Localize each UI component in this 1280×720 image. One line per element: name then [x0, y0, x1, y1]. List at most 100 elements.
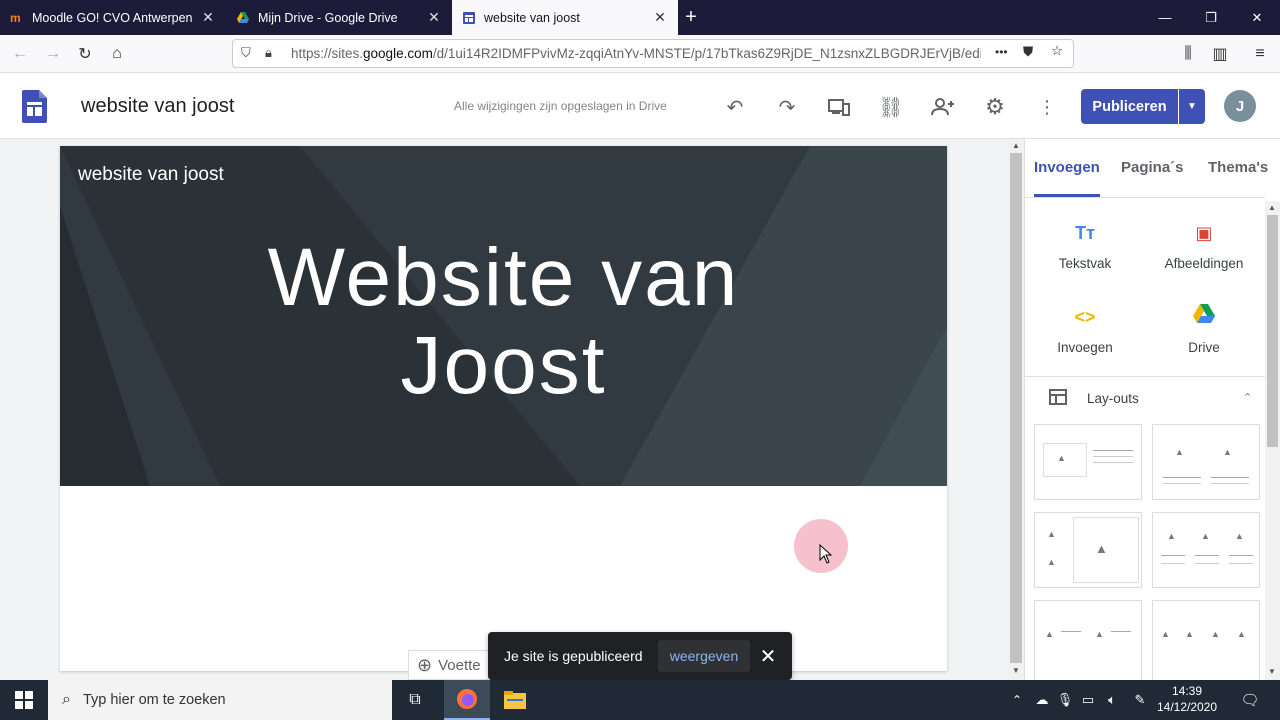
document-title[interactable]: website van joost: [81, 95, 234, 118]
view-site-button[interactable]: weergeven: [658, 640, 750, 672]
menu-icon[interactable]: ≡: [1248, 42, 1272, 66]
layout-option[interactable]: ▲: [1034, 424, 1142, 500]
close-tab-icon[interactable]: ✕: [200, 9, 216, 26]
image-placeholder-icon: ▲: [1223, 447, 1232, 457]
layout-option[interactable]: ▲ ▲ ▲: [1034, 512, 1142, 588]
add-footer-label: Voette: [438, 656, 481, 674]
panel-scrollbar-thumb[interactable]: [1267, 215, 1278, 447]
tab-paginas[interactable]: Pagina´s: [1121, 159, 1184, 176]
header-banner[interactable]: website van joost Website van Joost: [60, 146, 947, 486]
insert-images-tile[interactable]: ▣ Afbeeldingen: [1144, 201, 1264, 271]
bookmark-star-icon[interactable]: ☆: [1051, 43, 1063, 59]
more-vert-icon[interactable]: ⋮: [1033, 93, 1061, 121]
close-window-icon[interactable]: ✕: [1234, 0, 1280, 35]
insert-textbox-tile[interactable]: Tт Tekstvak: [1025, 201, 1145, 271]
hero-title[interactable]: Website van Joost: [60, 234, 947, 410]
insert-drive-tile[interactable]: Drive: [1144, 285, 1264, 355]
layout-option[interactable]: ▲ ▲: [1152, 424, 1260, 500]
published-snackbar: Je site is gepubliceerd weergeven ✕: [488, 632, 792, 680]
tab-website-van-joost[interactable]: website van joost ✕: [452, 0, 678, 35]
url-bar[interactable]: ⛉ 🔒︎ https://sites.google.com/d/1ui14R2I…: [232, 39, 1074, 68]
sidebar-icon[interactable]: ▥: [1208, 42, 1232, 66]
canvas-scrollbar[interactable]: ▲ ▼: [1008, 139, 1024, 680]
library-icon[interactable]: ⫼: [1176, 42, 1200, 66]
home-icon[interactable]: ⌂: [105, 42, 129, 66]
settings-gear-icon[interactable]: ⚙: [981, 93, 1009, 121]
preview-devices-icon[interactable]: [825, 93, 853, 121]
taskbar-search-input[interactable]: ⌕ Typ hier om te zoeken: [48, 680, 392, 720]
image-placeholder-icon: ▲: [1167, 531, 1176, 541]
close-tab-icon[interactable]: ✕: [426, 9, 442, 26]
share-person-icon[interactable]: [929, 93, 957, 121]
site-page[interactable]: website van joost Website van Joost: [60, 146, 947, 671]
windows-taskbar: ⌕ Typ hier om te zoeken ⧉ ⌃ ☁ 🎙︎ ▭ 🔈︎ ✎ …: [0, 680, 1280, 720]
url-text[interactable]: https://sites.google.com/d/1ui14R2IDMFPv…: [291, 46, 981, 61]
layouts-icon: [1049, 389, 1067, 410]
reload-icon[interactable]: ↻: [73, 42, 97, 66]
scroll-down-icon[interactable]: ▼: [1268, 667, 1276, 676]
moodle-icon: m: [10, 10, 21, 25]
onedrive-icon[interactable]: ☁: [1030, 680, 1054, 720]
volume-icon[interactable]: 🔈︎: [1100, 680, 1124, 720]
image-placeholder-icon: ▲: [1185, 629, 1194, 639]
insert-panel: Invoegen Pagina´s Thema's Tт Tekstvak ▣ …: [1024, 139, 1280, 680]
network-icon[interactable]: ▭: [1076, 680, 1100, 720]
image-placeholder-icon: ▲: [1161, 629, 1170, 639]
tab-moodle[interactable]: m Moodle GO! CVO Antwerpen ✕: [0, 0, 226, 35]
file-explorer-icon[interactable]: [492, 680, 538, 720]
image-placeholder-icon: ▲: [1175, 447, 1184, 457]
search-placeholder: Typ hier om te zoeken: [82, 692, 226, 708]
insert-embed-tile[interactable]: <> Invoegen: [1025, 285, 1145, 355]
drive-icon: [1193, 304, 1215, 328]
pocket-icon[interactable]: ⛊: [1023, 44, 1033, 60]
tab-themas[interactable]: Thema's: [1208, 159, 1268, 176]
pen-icon[interactable]: ✎: [1128, 680, 1152, 720]
layouts-section-title[interactable]: Lay-outs: [1087, 391, 1139, 406]
layout-option[interactable]: ▲ ▲: [1034, 600, 1142, 680]
lock-icon[interactable]: 🔒︎: [265, 45, 272, 61]
redo-icon[interactable]: ↷: [773, 93, 801, 121]
restore-icon[interactable]: ❐: [1188, 0, 1234, 35]
start-button[interactable]: [0, 680, 48, 720]
notifications-icon[interactable]: 🗨︎: [1230, 680, 1270, 720]
taskbar-clock[interactable]: 14:39 14/12/2020: [1154, 683, 1220, 715]
close-tab-icon[interactable]: ✕: [652, 9, 668, 26]
image-placeholder-icon: ▲: [1235, 531, 1244, 541]
editor-canvas: website van joost Website van Joost ⊕ Vo…: [0, 139, 1008, 680]
scroll-up-icon[interactable]: ▲: [1012, 141, 1020, 150]
close-icon[interactable]: ✕: [756, 644, 780, 668]
embed-code-icon: <>: [1074, 307, 1096, 327]
tab-google-drive[interactable]: Mijn Drive - Google Drive ✕: [226, 0, 452, 35]
panel-scrollbar[interactable]: ▲ ▼: [1265, 201, 1280, 680]
link-icon[interactable]: ⛓: [877, 93, 905, 121]
image-placeholder-icon: ▲: [1095, 629, 1104, 639]
page-actions-icon[interactable]: •••: [995, 45, 1008, 59]
forward-icon[interactable]: →: [41, 42, 65, 66]
mouse-cursor-icon: [819, 544, 833, 564]
avatar[interactable]: J: [1224, 90, 1256, 122]
task-view-icon[interactable]: ⧉: [392, 680, 438, 720]
layout-option[interactable]: ▲ ▲ ▲: [1152, 512, 1260, 588]
scroll-up-icon[interactable]: ▲: [1268, 203, 1276, 212]
scroll-down-icon[interactable]: ▼: [1012, 666, 1020, 675]
site-name[interactable]: website van joost: [78, 164, 224, 186]
new-tab-button[interactable]: +: [678, 0, 704, 35]
collapse-chevron-icon[interactable]: ⌃: [1243, 391, 1252, 404]
microphone-icon[interactable]: 🎙︎: [1054, 680, 1076, 720]
image-placeholder-icon: ▲: [1045, 629, 1054, 639]
tab-invoegen[interactable]: Invoegen: [1034, 159, 1100, 176]
undo-icon[interactable]: ↶: [721, 93, 749, 121]
canvas-scrollbar-thumb[interactable]: [1010, 153, 1022, 663]
publish-button[interactable]: Publiceren: [1081, 89, 1178, 124]
sites-header: website van joost Alle wijzigingen zijn …: [0, 73, 1280, 139]
minimize-icon[interactable]: —: [1142, 0, 1188, 35]
shield-icon[interactable]: ⛉: [241, 45, 251, 61]
layout-option[interactable]: ▲ ▲ ▲ ▲: [1152, 600, 1260, 680]
publish-dropdown-icon[interactable]: ▼: [1179, 89, 1205, 124]
search-icon: ⌕: [62, 691, 71, 708]
image-placeholder-icon: ▲: [1057, 453, 1066, 463]
google-sites-logo[interactable]: [22, 90, 47, 128]
firefox-icon[interactable]: [444, 680, 490, 720]
back-icon[interactable]: ←: [8, 42, 32, 66]
chevron-up-icon[interactable]: ⌃: [1004, 680, 1030, 720]
